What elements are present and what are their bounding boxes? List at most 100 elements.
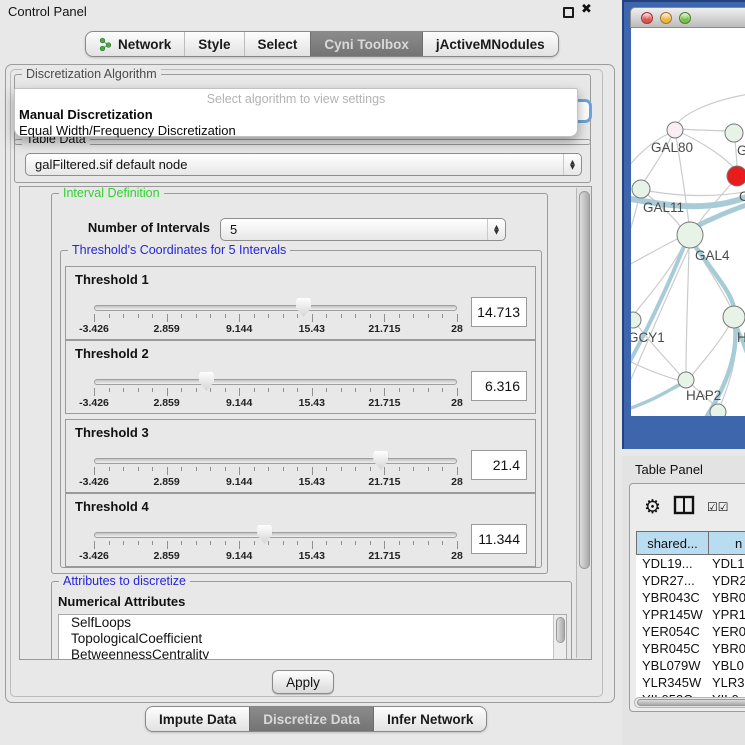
bottom-tab-discretize-data[interactable]: Discretize Data <box>249 707 373 731</box>
tick <box>283 467 284 471</box>
tick <box>326 314 327 318</box>
tick <box>297 541 298 545</box>
table-row[interactable]: YER054CYER0 <box>636 623 745 640</box>
tick <box>123 541 124 545</box>
network-graph: GAL80GACGAL11GAL4GCY1HHAP2 <box>631 28 745 416</box>
column-header-name[interactable]: n <box>709 531 745 555</box>
threshold-row-2: -3.4262.8599.14415.4321.71528 6.316 <box>66 363 535 411</box>
threshold-label-4: Threshold 4 <box>66 494 535 514</box>
tick <box>399 541 400 545</box>
threshold-value-input-1[interactable]: 14.713 <box>471 297 527 327</box>
network-edge[interactable] <box>682 129 726 131</box>
minimize-traffic-light-icon[interactable] <box>660 12 672 24</box>
tick <box>210 467 211 471</box>
table-row[interactable]: YBR043CYBR0 <box>636 589 745 606</box>
tick <box>239 467 240 475</box>
table-row[interactable]: YDL19...YDL1 <box>636 555 745 572</box>
tab-cyni-toolbox[interactable]: Cyni Toolbox <box>310 32 422 56</box>
slider-track[interactable] <box>94 379 457 385</box>
tick <box>138 388 139 392</box>
apply-button[interactable]: Apply <box>272 670 334 694</box>
network-edge[interactable] <box>631 238 679 266</box>
slider-track[interactable] <box>94 305 457 311</box>
tick <box>138 314 139 318</box>
tick <box>370 388 371 392</box>
network-node-gal80[interactable] <box>667 122 683 138</box>
tab-select[interactable]: Select <box>244 32 311 56</box>
discretization-algorithm-group-title: Discretization Algorithm <box>22 67 161 81</box>
spinner-stepper-icon[interactable]: ▲▼ <box>487 219 505 240</box>
threshold-panel-2: Threshold 2-3.4262.8599.14415.4321.71528… <box>65 340 536 414</box>
threshold-value-input-2[interactable]: 6.316 <box>471 371 527 401</box>
table-row[interactable]: YLR345WYLR3 <box>636 674 745 691</box>
attributes-scrollbar-thumb[interactable] <box>556 617 565 643</box>
float-window-icon[interactable] <box>563 7 574 18</box>
network-edge[interactable] <box>631 198 639 240</box>
network-node-ga[interactable] <box>725 124 743 142</box>
table-toolbar: ⚙ ☑☑ <box>630 488 745 526</box>
settings-vertical-scrollbar[interactable] <box>576 188 592 658</box>
attributes-items: SelfLoopsTopologicalCoefficientBetweenne… <box>59 615 566 660</box>
tick <box>268 388 269 392</box>
attribute-item-selfloops[interactable]: SelfLoops <box>59 615 566 631</box>
network-edge[interactable] <box>643 130 675 183</box>
network-window-titlebar[interactable] <box>630 7 745 28</box>
tab-style[interactable]: Style <box>184 32 243 56</box>
attributes-scrollbar[interactable] <box>553 615 566 660</box>
number-of-intervals-value: 5 <box>221 222 487 237</box>
close-icon[interactable]: ✖ <box>581 2 592 17</box>
checkbox-icons[interactable]: ☑☑ <box>707 500 729 514</box>
tick <box>167 314 168 322</box>
threshold-value-input-3[interactable]: 21.4 <box>471 450 527 480</box>
zoom-traffic-light-icon[interactable] <box>679 12 691 24</box>
network-node-hap2[interactable] <box>678 372 694 388</box>
network-edge[interactable] <box>692 326 729 375</box>
tab-network[interactable]: Network <box>86 32 184 56</box>
network-node-h[interactable] <box>723 306 745 328</box>
algorithm-option-equal-width-frequency[interactable]: Equal Width/Frequency Discretization <box>15 122 577 138</box>
network-edge[interactable] <box>686 248 689 372</box>
network-node-label: GAL4 <box>695 248 730 263</box>
table-row[interactable]: YDR27...YDR2 <box>636 572 745 589</box>
network-node-label: C <box>739 189 745 204</box>
interval-definition-group: Interval Definition Number of Intervals … <box>51 193 548 574</box>
table-horizontal-scrollbar[interactable] <box>634 697 745 708</box>
network-node-gcy1[interactable] <box>631 312 641 328</box>
table-panel-box: ⚙ ☑☑ shared...n YDL19...YDL1YDR27...YDR2… <box>629 483 745 712</box>
slider-track[interactable] <box>94 458 457 464</box>
table-row[interactable]: YPR145WYPR1 <box>636 606 745 623</box>
network-canvas[interactable]: GAL80GACGAL11GAL4GCY1HHAP2 <box>631 28 745 416</box>
table-hscrollbar-thumb[interactable] <box>637 699 745 706</box>
tick <box>123 467 124 471</box>
combo-stepper-icon[interactable]: ▲▼ <box>563 154 581 175</box>
network-edge[interactable] <box>649 191 745 196</box>
bottom-tab-impute-data[interactable]: Impute Data <box>146 707 249 731</box>
table-row[interactable]: YBL079WYBL0 <box>636 657 745 674</box>
network-edge[interactable] <box>677 94 745 124</box>
split-pane-icon[interactable] <box>673 495 695 520</box>
table-data-combobox[interactable]: galFiltered.sif default node ▲▼ <box>25 153 582 176</box>
column-header-shared-name[interactable]: shared... <box>636 531 709 555</box>
network-edge-thick[interactable] <box>631 385 679 410</box>
threshold-panel-1: Threshold 1-3.4262.8599.14415.4321.71528… <box>65 266 536 340</box>
threshold-value-input-4[interactable]: 11.344 <box>471 524 527 554</box>
network-node-gal11[interactable] <box>632 180 650 198</box>
close-traffic-light-icon[interactable] <box>641 12 653 24</box>
attribute-item-topologicalcoefficient[interactable]: TopologicalCoefficient <box>59 631 566 647</box>
slider-scale-labels: -3.4262.8599.14415.4321.71528 <box>94 397 457 410</box>
network-node-gal4[interactable] <box>677 222 703 248</box>
bottom-tab-infer-network[interactable]: Infer Network <box>373 707 486 731</box>
network-node-c[interactable] <box>727 166 745 186</box>
slider-track[interactable] <box>94 532 457 538</box>
attribute-item-betweennesscentrality[interactable]: BetweennessCentrality <box>59 647 566 660</box>
gear-icon[interactable]: ⚙ <box>644 496 661 518</box>
tick <box>268 541 269 545</box>
network-node[interactable] <box>710 404 726 416</box>
table-data-selected-value: galFiltered.sif default node <box>26 157 563 172</box>
tab-jactivemnodules[interactable]: jActiveMNodules <box>422 32 558 56</box>
settings-scrollbar-thumb[interactable] <box>579 191 590 569</box>
tick <box>384 541 385 549</box>
number-of-intervals-spinner[interactable]: 5 ▲▼ <box>220 218 506 241</box>
table-row[interactable]: YBR045CYBR0 <box>636 640 745 657</box>
algorithm-option-manual-discretization[interactable]: Manual Discretization <box>15 106 577 122</box>
